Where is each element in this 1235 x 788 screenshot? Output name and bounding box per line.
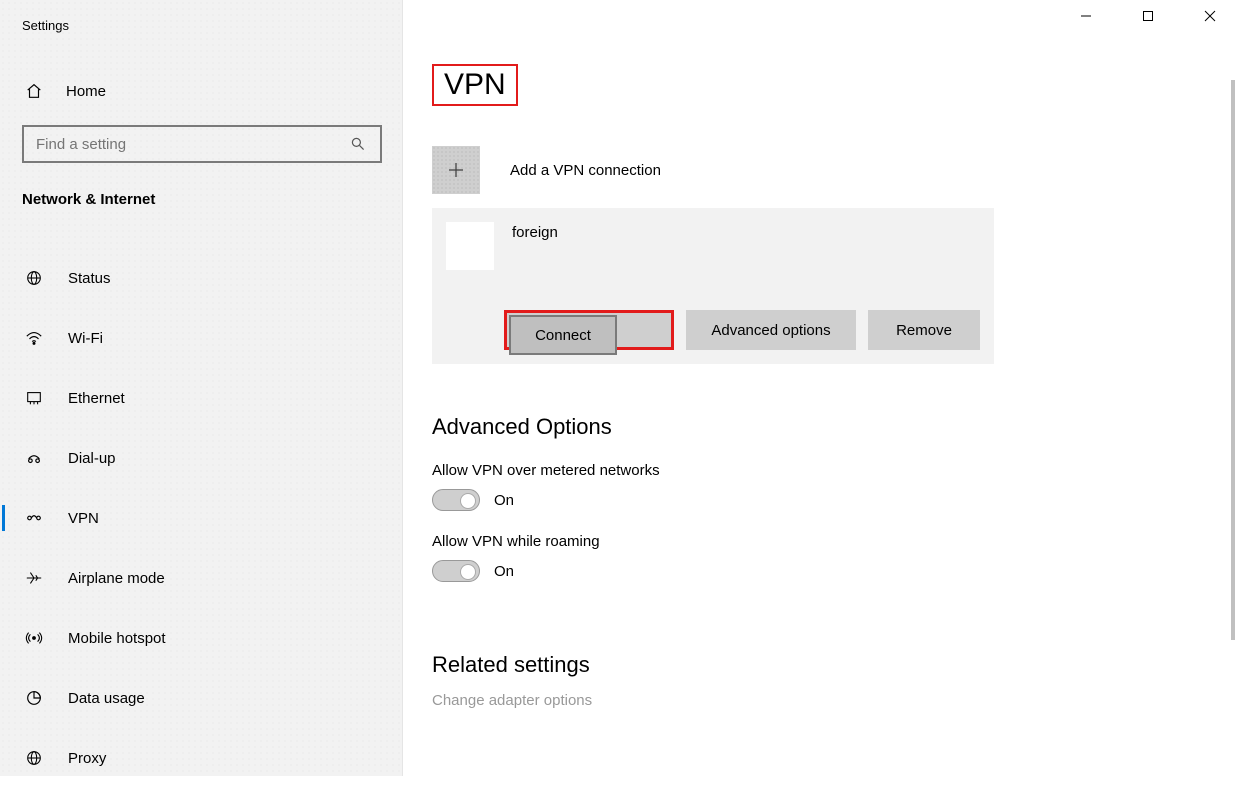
toggle-state: On <box>494 563 514 580</box>
vpn-connection-icon <box>446 222 494 270</box>
search-icon <box>348 134 368 154</box>
sidebar-item-label: Data usage <box>68 690 145 707</box>
sidebar-item-status[interactable]: Status <box>0 248 402 308</box>
remove-button[interactable]: Remove <box>868 310 980 350</box>
airplane-icon <box>24 568 44 588</box>
toggle-switch-roaming[interactable] <box>432 560 480 582</box>
sidebar-item-ethernet[interactable]: Ethernet <box>0 368 402 428</box>
add-vpn-row[interactable]: Add a VPN connection <box>432 146 1202 194</box>
window-title: Settings <box>0 0 402 33</box>
sidebar-item-proxy[interactable]: Proxy <box>0 728 402 788</box>
maximize-button[interactable] <box>1131 2 1165 30</box>
home-label: Home <box>66 83 106 100</box>
advanced-options-button[interactable]: Advanced options <box>686 310 856 350</box>
sidebar-item-label: Mobile hotspot <box>68 630 166 647</box>
sidebar-item-label: Dial-up <box>68 450 116 467</box>
home-icon <box>24 81 44 101</box>
hotspot-icon <box>24 628 44 648</box>
wifi-icon <box>24 328 44 348</box>
connect-button-highlight: Connect <box>504 310 674 350</box>
globe-icon <box>24 268 44 288</box>
sidebar-item-label: Proxy <box>68 750 106 767</box>
sidebar-category: Network & Internet <box>0 163 402 208</box>
dialup-icon <box>24 448 44 468</box>
page-title: VPN <box>432 64 518 106</box>
home-nav[interactable]: Home <box>0 33 402 101</box>
sidebar-item-label: Status <box>68 270 111 287</box>
vpn-icon <box>24 508 44 528</box>
sidebar-item-airplane[interactable]: Airplane mode <box>0 548 402 608</box>
datausage-icon <box>24 688 44 708</box>
related-settings-heading: Related settings <box>432 652 1202 678</box>
change-adapter-link[interactable]: Change adapter options <box>432 692 1202 709</box>
vpn-connection-card[interactable]: foreign Connect Advanced options Remove <box>432 208 994 364</box>
add-vpn-label: Add a VPN connection <box>510 162 661 179</box>
toggle-label: Allow VPN over metered networks <box>432 462 1202 479</box>
connect-button[interactable]: Connect <box>509 315 617 355</box>
sidebar-item-hotspot[interactable]: Mobile hotspot <box>0 608 402 668</box>
sidebar-item-vpn[interactable]: VPN <box>0 488 402 548</box>
ethernet-icon <box>24 388 44 408</box>
advanced-options-heading: Advanced Options <box>432 414 1202 440</box>
toggle-switch-metered[interactable] <box>432 489 480 511</box>
sidebar-item-datausage[interactable]: Data usage <box>0 668 402 728</box>
main-content: VPN Add a VPN connection foreign Connect… <box>432 64 1202 709</box>
sidebar: Settings Home Network & Internet Status <box>0 0 403 776</box>
sidebar-item-label: Airplane mode <box>68 570 165 587</box>
toggle-roaming: Allow VPN while roaming On <box>432 533 1202 582</box>
sidebar-item-dialup[interactable]: Dial-up <box>0 428 402 488</box>
close-button[interactable] <box>1193 2 1227 30</box>
search-input[interactable] <box>36 136 348 153</box>
toggle-label: Allow VPN while roaming <box>432 533 1202 550</box>
proxy-icon <box>24 748 44 768</box>
toggle-metered: Allow VPN over metered networks On <box>432 462 1202 511</box>
toggle-state: On <box>494 492 514 509</box>
sidebar-nav: Status Wi-Fi Ethernet Dial-up VPN <box>0 248 402 788</box>
sidebar-item-label: VPN <box>68 510 99 527</box>
window-controls <box>1069 2 1227 30</box>
add-icon <box>432 146 480 194</box>
minimize-button[interactable] <box>1069 2 1103 30</box>
vpn-connection-name: foreign <box>512 224 558 241</box>
sidebar-item-label: Wi-Fi <box>68 330 103 347</box>
sidebar-item-wifi[interactable]: Wi-Fi <box>0 308 402 368</box>
sidebar-item-label: Ethernet <box>68 390 125 407</box>
search-box[interactable] <box>22 125 382 163</box>
scrollbar[interactable] <box>1231 80 1235 640</box>
